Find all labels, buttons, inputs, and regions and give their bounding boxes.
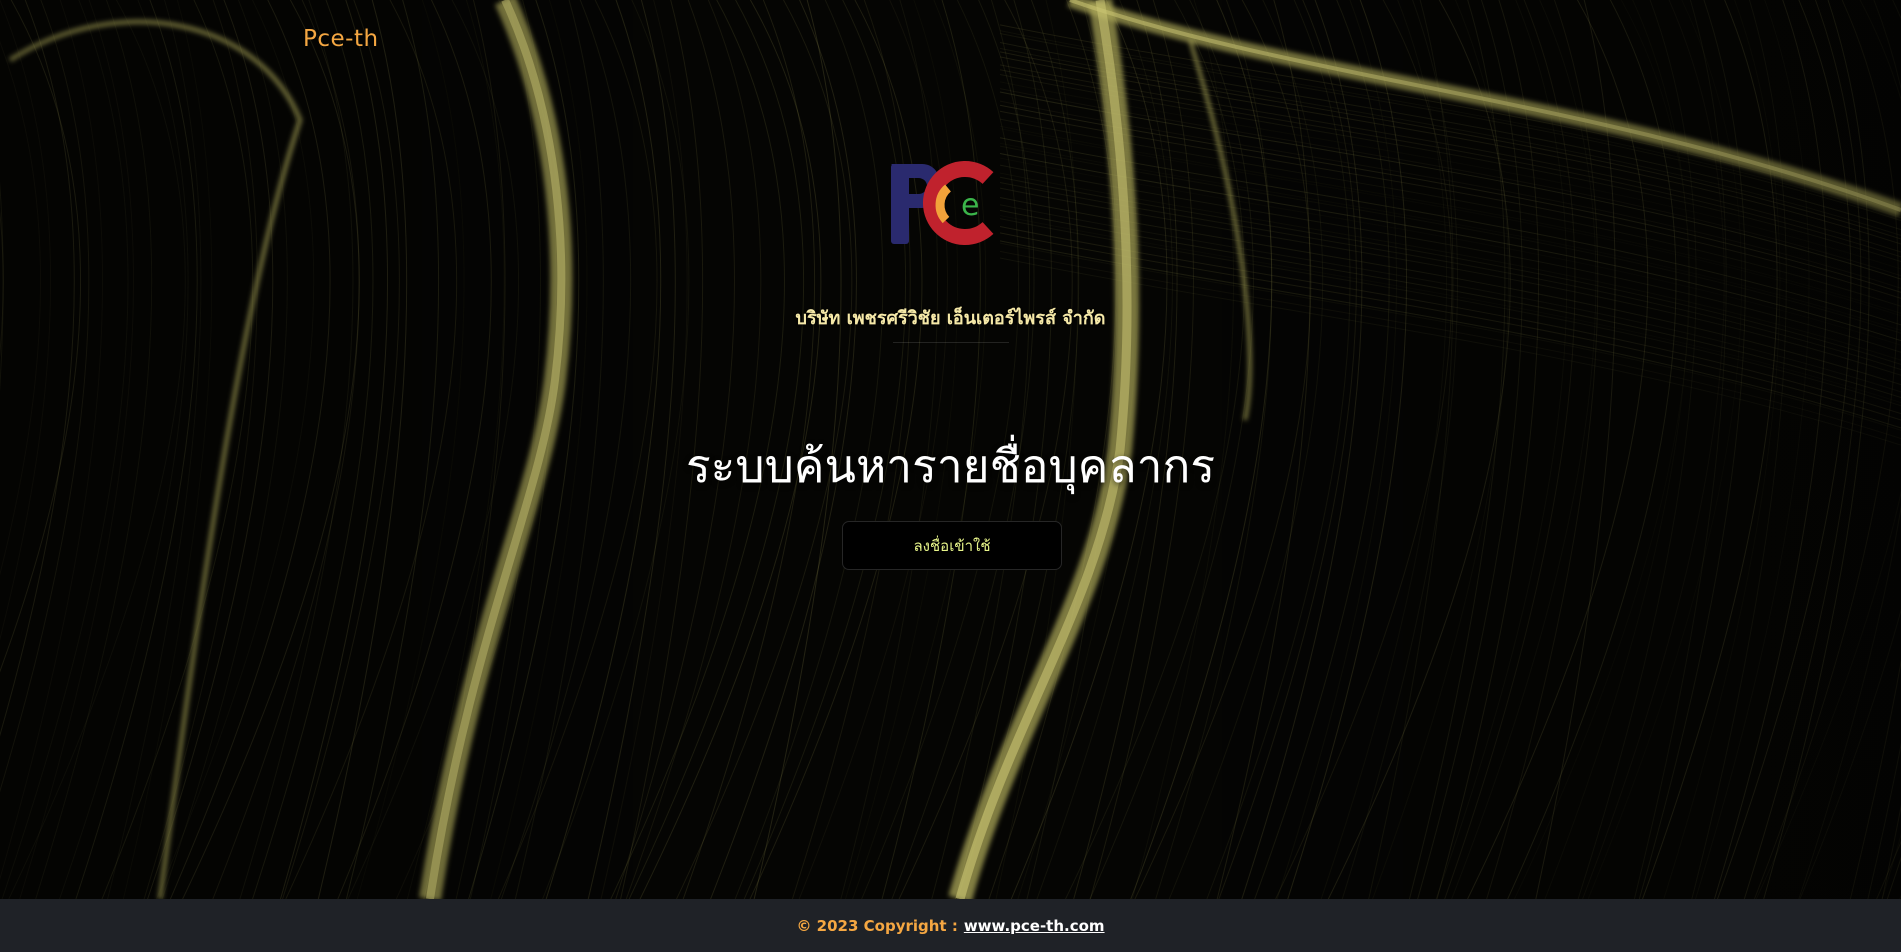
- footer: © 2023 Copyright : www.pce-th.com: [0, 899, 1901, 952]
- login-button[interactable]: ลงชื่อเข้าใช้: [842, 521, 1062, 570]
- footer-copyright: © 2023 Copyright :: [796, 916, 958, 935]
- page-title: ระบบค้นหารายชื่อบุคลากร: [685, 439, 1216, 493]
- logo-orange-arc: [935, 184, 952, 224]
- company-name: บริษัท เพชรศรีวิชัย เอ็นเตอร์ไพรส์ จำกัด: [795, 308, 1106, 329]
- page: Pce-th e บริษัท เพชรศรีวิชัย เอ็นเตอร์ไพ…: [0, 0, 1901, 952]
- company-logo: e: [891, 161, 994, 245]
- logo-letter-e: e: [961, 188, 979, 223]
- divider: [893, 342, 1009, 343]
- brand-link[interactable]: Pce-th: [303, 26, 379, 52]
- footer-website-link[interactable]: www.pce-th.com: [964, 917, 1105, 935]
